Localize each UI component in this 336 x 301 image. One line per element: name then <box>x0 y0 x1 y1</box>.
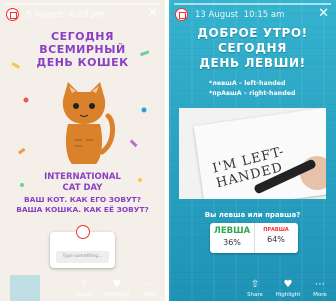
cat-illustration <box>62 82 115 164</box>
story-header: 6 August 6:09 pm ✕ <box>0 0 165 26</box>
highlight-button[interactable]: ♥ Highlight <box>274 279 302 298</box>
hint-right-handed: *прАвшА – right-handed <box>209 90 296 97</box>
close-icon[interactable]: ✕ <box>318 7 329 20</box>
poll-option-right[interactable]: ПРАВША 64% <box>254 223 298 253</box>
more-icon: ⋯ <box>145 279 155 290</box>
close-icon[interactable]: ✕ <box>147 7 158 20</box>
story-question: ВАШ КОТ. КАК ЕГО ЗОВУТ? ВАША КОШКА. КАК … <box>16 195 149 214</box>
share-icon: ⇧ <box>250 279 260 290</box>
poll-question: Вы левша или правша? <box>204 211 301 219</box>
story-headline: СЕГОДНЯ ВСЕМИРНЫЙ ДЕНЬ КОШЕК <box>36 30 129 69</box>
avatar-icon <box>75 225 90 239</box>
story-footer: ⇧ Share ♥ Highlight ⋯ More <box>0 273 165 301</box>
story-footer: ⇧ Share ♥ Highlight ⋯ More <box>169 273 336 301</box>
more-button[interactable]: ⋯ More <box>136 279 164 298</box>
highlight-icon: ♥ <box>112 279 122 290</box>
share-button[interactable]: ⇧ Share <box>241 279 269 298</box>
more-button[interactable]: ⋯ More <box>306 279 334 298</box>
avatar-icon[interactable] <box>175 8 188 21</box>
story-cat-day[interactable]: 6 August 6:09 pm ✕ СЕГОДНЯ ВСЕМИРНЫЙ ДЕН… <box>0 0 165 301</box>
highlight-icon: ♥ <box>283 279 293 290</box>
highlight-button[interactable]: ♥ Highlight <box>103 279 131 298</box>
more-icon: ⋯ <box>315 279 325 290</box>
avatar-icon[interactable] <box>6 8 19 21</box>
story-left-handers-day[interactable]: 13 August 10:15 am ✕ ДОБРОЕ УТРО! СЕГОДН… <box>169 0 336 301</box>
story-header: 13 August 10:15 am ✕ <box>169 0 336 26</box>
poll-sticker: ЛЕВША 36% ПРАВША 64% <box>210 223 298 253</box>
left-handed-photo: I'M LEFT-HANDED <box>179 108 326 199</box>
question-sticker[interactable]: Type something... <box>50 225 115 268</box>
story-headline: ДОБРОЕ УТРО! СЕГОДНЯ ДЕНЬ ЛЕВШИ! <box>197 26 308 70</box>
story-date: 6 August 6:09 pm <box>26 10 105 20</box>
hint-left-handed: *левшА – left-handed <box>209 80 286 87</box>
story-date: 13 August 10:15 am <box>195 10 285 20</box>
share-button[interactable]: ⇧ Share <box>70 279 98 298</box>
intl-cat-day-label: INTERNATIONAL CAT DAY <box>44 172 121 193</box>
question-input[interactable]: Type something... <box>56 251 109 263</box>
share-icon: ⇧ <box>79 279 89 290</box>
poll-option-left[interactable]: ЛЕВША 36% <box>210 223 255 253</box>
